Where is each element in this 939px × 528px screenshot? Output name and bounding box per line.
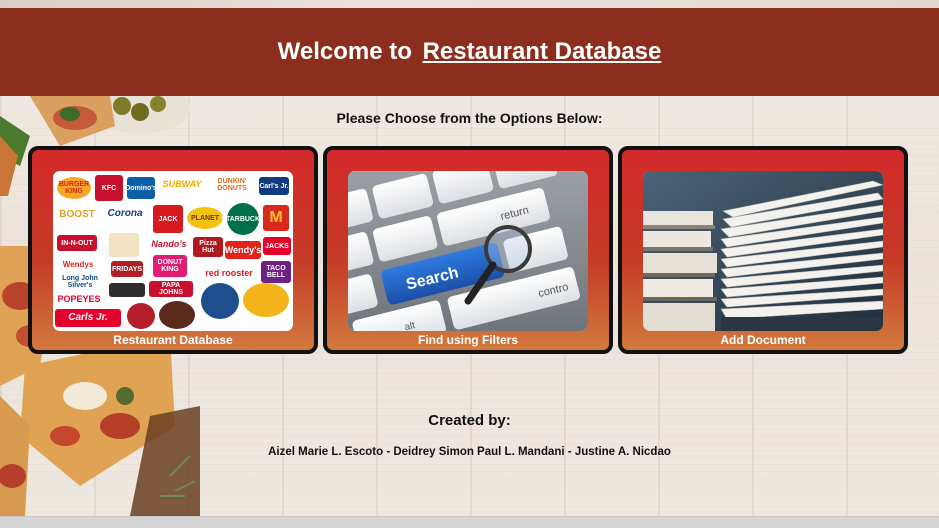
logo-dunkin: DUNKIN' DONUTS	[209, 175, 255, 195]
add-document-option[interactable]: Add Document	[618, 146, 908, 354]
logo-corona: Corona	[101, 205, 149, 223]
logo-starbucks: STARBUCKS	[221, 203, 265, 235]
logo-jollibee	[243, 283, 289, 317]
logo-kfc: KFC	[95, 175, 123, 201]
documents-stack-image	[643, 171, 883, 331]
logo-pizza-hut: Pizza Hut	[193, 237, 223, 257]
options-panel: BURGER KING KFC Domino's SUBWAY DUNKIN' …	[28, 146, 912, 356]
title-brand: Restaurant Database	[422, 38, 662, 65]
logo-mcdonalds: M	[263, 205, 289, 231]
logo-taco-bell: TACO BELL	[261, 261, 291, 283]
restaurant-database-option[interactable]: BURGER KING KFC Domino's SUBWAY DUNKIN' …	[28, 146, 318, 354]
logo-dominos: Domino's	[125, 177, 157, 199]
logo-subway: SUBWAY	[159, 177, 205, 191]
logo-wendys: Wendys	[57, 259, 99, 271]
logo-red-rooster: red rooster	[201, 267, 257, 279]
logo-plate	[109, 233, 139, 257]
keyboard-search-image: return Search alt contro	[348, 171, 588, 331]
bottom-scrollbar[interactable]	[0, 516, 939, 528]
logo-boost: BOOST	[55, 207, 99, 223]
logo-wendys-red: Wendy's	[225, 241, 261, 259]
logo-jack: JACK	[153, 205, 183, 233]
credits-heading: Created by:	[428, 412, 511, 429]
logo-papa-johns: PAPA JOHNS	[149, 281, 193, 297]
logo-cafe	[201, 283, 239, 319]
logo-popeyes: POPEYES	[55, 291, 103, 307]
logo-round-red	[127, 303, 155, 329]
page-title: Welcome to Restaurant Database	[278, 38, 662, 66]
logo-grill	[109, 283, 145, 297]
restaurant-database-label: Restaurant Database	[113, 333, 233, 347]
logo-nandos: Nando's	[149, 237, 189, 251]
instructions-text: Please Choose from the Options Below:	[336, 110, 603, 126]
restaurant-logos-image: BURGER KING KFC Domino's SUBWAY DUNKIN' …	[53, 171, 293, 331]
logo-fridays: FRIDAYS	[111, 261, 143, 277]
logo-burger-king: BURGER KING	[57, 177, 91, 199]
find-using-filters-option[interactable]: return Search alt contro Find using Filt…	[323, 146, 613, 354]
title-prefix: Welcome to	[277, 38, 412, 65]
logo-carls-jr: Carls Jr.	[55, 309, 121, 327]
logo-carls-small: Carl's Jr.	[259, 177, 289, 195]
logo-jacks: JACKS	[263, 237, 291, 255]
header-bar: Welcome to Restaurant Database	[0, 8, 939, 96]
credits-authors: Aizel Marie L. Escoto - Deidrey Simon Pa…	[268, 446, 671, 458]
logo-in-n-out: IN-N-OUT	[57, 235, 97, 251]
logo-donut-king: DONUT KING	[153, 255, 187, 277]
top-strip	[0, 0, 939, 8]
logo-long-john-silvers: Long John Silver's	[55, 275, 105, 289]
logo-round-brown	[159, 301, 195, 329]
find-using-filters-label: Find using Filters	[417, 333, 518, 347]
logo-planet: PLANET	[187, 207, 223, 229]
add-document-label: Add Document	[720, 333, 806, 347]
